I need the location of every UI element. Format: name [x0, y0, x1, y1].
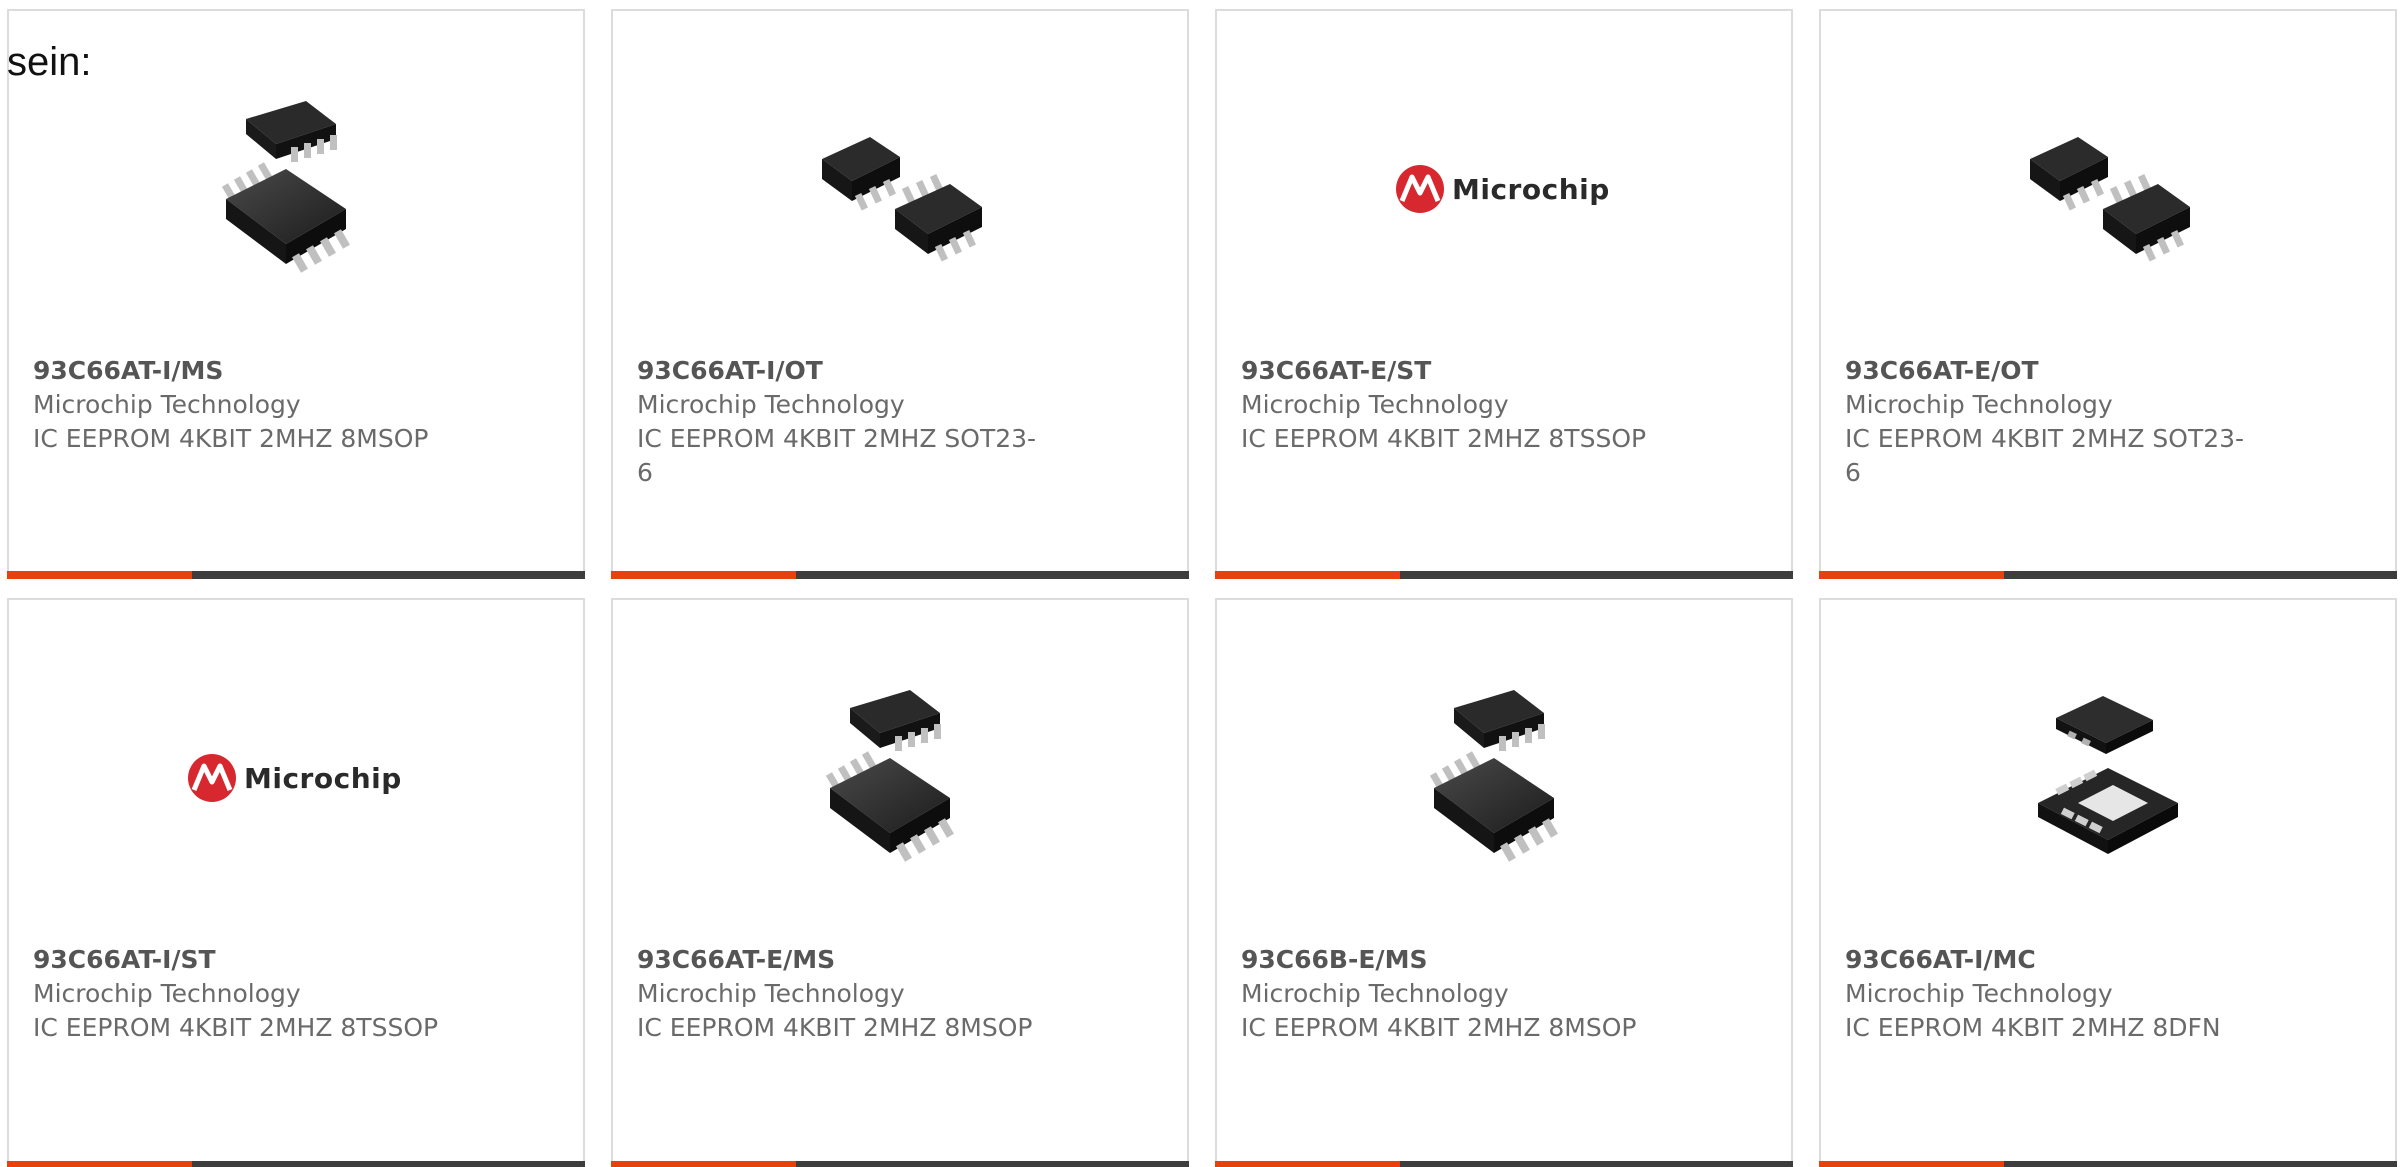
manufacturer-name: Microchip Technology	[1241, 390, 1509, 419]
product-card[interactable]: 93C66AT-I/MC Microchip Technology IC EEP…	[1819, 598, 2397, 1167]
msop-8-chip-icon	[800, 678, 1000, 878]
svg-text:Microchip: Microchip	[1452, 173, 1610, 206]
msop-8-chip-icon	[196, 89, 396, 289]
part-number[interactable]: 93C66AT-I/OT	[637, 354, 1067, 388]
sot23-6-chip-icon	[2008, 89, 2208, 289]
part-number[interactable]: 93C66AT-E/ST	[1241, 354, 1671, 388]
manufacturer-name: Microchip Technology	[33, 979, 301, 1008]
product-card[interactable]: 93C66B-E/MS Microchip Technology IC EEPR…	[1215, 598, 1793, 1167]
card-bottom-bar	[1819, 571, 2397, 579]
card-bottom-bar	[611, 1161, 1189, 1167]
manufacturer-name: Microchip Technology	[1845, 390, 2113, 419]
microchip-logo: Microchip	[1394, 89, 1614, 289]
product-card[interactable]: Microchip 93C66AT-E/ST Microchip Technol…	[1215, 9, 1793, 579]
product-card[interactable]: 93C66AT-E/MS Microchip Technology IC EEP…	[611, 598, 1189, 1167]
manufacturer-name: Microchip Technology	[33, 390, 301, 419]
product-card[interactable]: 93C66AT-I/OT Microchip Technology IC EEP…	[611, 9, 1189, 579]
card-bottom-bar	[1819, 1161, 2397, 1167]
manufacturer-name: Microchip Technology	[637, 390, 905, 419]
part-number[interactable]: 93C66AT-I/MC	[1845, 943, 2275, 977]
part-number[interactable]: 93C66AT-I/MS	[33, 354, 463, 388]
product-card[interactable]: 93C66AT-E/OT Microchip Technology IC EEP…	[1819, 9, 2397, 579]
dfn-8-chip-icon	[2008, 678, 2208, 878]
product-card[interactable]: 93C66AT-I/MS Microchip Technology IC EEP…	[7, 9, 585, 579]
svg-text:Microchip: Microchip	[244, 762, 402, 795]
product-card[interactable]: Microchip 93C66AT-I/ST Microchip Technol…	[7, 598, 585, 1167]
product-description: IC EEPROM 4KBIT 2MHZ SOT23-6	[1845, 424, 2245, 487]
part-number[interactable]: 93C66AT-E/OT	[1845, 354, 2275, 388]
manufacturer-name: Microchip Technology	[637, 979, 905, 1008]
product-description: IC EEPROM 4KBIT 2MHZ 8MSOP	[33, 424, 429, 453]
part-number[interactable]: 93C66AT-I/ST	[33, 943, 463, 977]
product-grid-page: sein: 93C66AT-I/MS Microchip Technology …	[0, 0, 2400, 1167]
manufacturer-name: Microchip Technology	[1845, 979, 2113, 1008]
sot23-6-chip-icon	[800, 89, 1000, 289]
msop-8-chip-icon	[1404, 678, 1604, 878]
product-description: IC EEPROM 4KBIT 2MHZ SOT23-6	[637, 424, 1037, 487]
part-number[interactable]: 93C66B-E/MS	[1241, 943, 1671, 977]
card-bottom-bar	[7, 571, 585, 579]
manufacturer-name: Microchip Technology	[1241, 979, 1509, 1008]
product-description: IC EEPROM 4KBIT 2MHZ 8TSSOP	[1241, 424, 1647, 453]
product-description: IC EEPROM 4KBIT 2MHZ 8MSOP	[637, 1013, 1033, 1042]
product-description: IC EEPROM 4KBIT 2MHZ 8DFN	[1845, 1013, 2221, 1042]
card-bottom-bar	[1215, 1161, 1793, 1167]
card-bottom-bar	[7, 1161, 585, 1167]
product-description: IC EEPROM 4KBIT 2MHZ 8TSSOP	[33, 1013, 439, 1042]
part-number[interactable]: 93C66AT-E/MS	[637, 943, 1067, 977]
intro-text: sein:	[7, 40, 92, 84]
card-bottom-bar	[611, 571, 1189, 579]
card-bottom-bar	[1215, 571, 1793, 579]
microchip-logo: Microchip	[186, 678, 406, 878]
product-description: IC EEPROM 4KBIT 2MHZ 8MSOP	[1241, 1013, 1637, 1042]
